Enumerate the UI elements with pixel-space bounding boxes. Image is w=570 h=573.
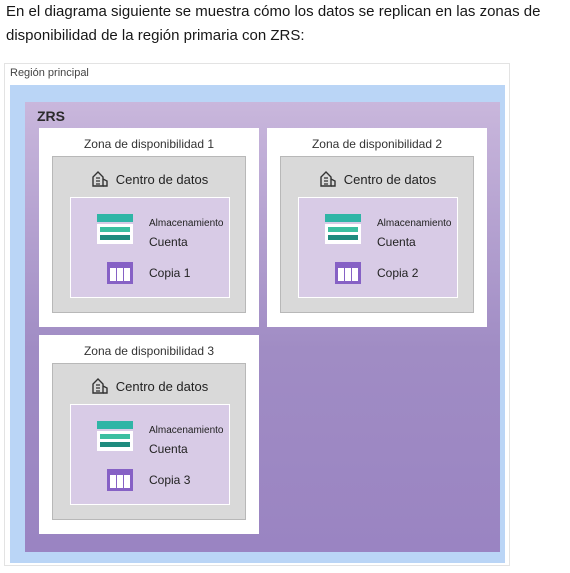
datacenter-box: Centro de datos Almacenamiento Cuenta Co… — [52, 363, 246, 520]
availability-zone-2: Zona de disponibilidad 2 Centro de datos — [267, 128, 487, 327]
table-copy-icon — [107, 469, 133, 491]
storage-account-box: Almacenamiento Cuenta Copia 1 — [70, 197, 230, 298]
table-copy-icon — [107, 262, 133, 284]
region-area: ZRS Zona de disponibilidad 1 Centro de d… — [10, 85, 505, 563]
account-label-line2: Cuenta — [377, 235, 416, 249]
zone-label: Zona de disponibilidad 1 — [83, 137, 215, 151]
zrs-label: ZRS — [37, 108, 65, 124]
datacenter-label: Centro de datos — [343, 171, 437, 187]
datacenter-icon — [92, 378, 108, 394]
datacenter-icon — [92, 171, 108, 187]
storage-account-icon — [97, 421, 133, 451]
table-copy-icon — [335, 262, 361, 284]
copy-label: Copia 1 — [149, 266, 191, 280]
datacenter-label: Centro de datos — [115, 171, 209, 187]
storage-account-box: Almacenamiento Cuenta Copia 2 — [298, 197, 458, 298]
region-label: Región principal — [10, 67, 89, 79]
copy-label: Copia 3 — [149, 473, 191, 487]
datacenter-box: Centro de datos Almacenamiento Cuenta Co… — [280, 156, 474, 313]
storage-account-icon — [97, 214, 133, 244]
datacenter-label: Centro de datos — [115, 378, 209, 394]
datacenter-icon — [320, 171, 336, 187]
zrs-container: ZRS Zona de disponibilidad 1 Centro de d… — [25, 102, 500, 552]
account-label-line1: Almacenamiento — [149, 425, 224, 436]
storage-account-icon — [325, 214, 361, 244]
availability-zone-1: Zona de disponibilidad 1 Centro de datos — [39, 128, 259, 327]
datacenter-box: Centro de datos Almacenamiento Cuenta Co… — [52, 156, 246, 313]
storage-account-box: Almacenamiento Cuenta Copia 3 — [70, 404, 230, 505]
zone-label: Zona de disponibilidad 2 — [311, 137, 443, 151]
intro-text: En el diagrama siguiente se muestra cómo… — [6, 3, 541, 44]
zone-label: Zona de disponibilidad 3 — [83, 344, 215, 358]
account-label-line1: Almacenamiento — [377, 218, 452, 229]
account-label-line2: Cuenta — [149, 442, 188, 456]
availability-zone-3: Zona de disponibilidad 3 Centro de datos — [39, 335, 259, 534]
account-label-line2: Cuenta — [149, 235, 188, 249]
primary-region: Región principal ZRS Zona de disponibili… — [4, 63, 510, 566]
copy-label: Copia 2 — [377, 266, 419, 280]
account-label-line1: Almacenamiento — [149, 218, 224, 229]
